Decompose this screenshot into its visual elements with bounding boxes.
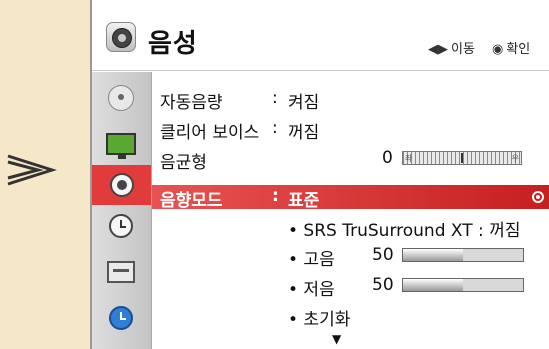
move-hint: ◀▶ 이동 — [428, 38, 475, 57]
move-arrows-icon: ◀▶ — [428, 42, 448, 57]
auto-volume-separator: : — [272, 88, 278, 108]
panel-header: 음성 ◀▶ 이동 ◉ 확인 — [92, 0, 549, 71]
clear-voice-separator: : — [272, 118, 278, 138]
menu-item-balance[interactable]: 음균형 — [160, 148, 207, 173]
reset-label: • 초기화 — [288, 310, 351, 330]
bass-level-bar[interactable] — [402, 278, 524, 292]
sidebar-item-schedule[interactable] — [104, 304, 138, 332]
balance-left-label: 좌 — [405, 154, 413, 163]
category-sidebar — [92, 72, 152, 349]
clock-icon — [109, 214, 133, 238]
treble-label: • 고음 — [288, 250, 335, 270]
menu-item-auto-volume[interactable]: 자동음량 — [160, 88, 223, 113]
bass-value: 50 — [372, 275, 394, 295]
balance-slider-thumb[interactable] — [461, 153, 463, 163]
balance-slider[interactable]: 좌 우 — [402, 151, 522, 165]
sound-mode-separator: : — [272, 186, 279, 206]
ok-hint-label: 확인 — [506, 42, 531, 57]
auto-volume-value: 켜짐 — [288, 93, 320, 113]
sidebar-item-channel[interactable] — [104, 84, 138, 112]
menu-item-clear-voice[interactable]: 클리어 보이스 — [160, 118, 259, 143]
selected-indicator-icon — [532, 191, 544, 203]
ok-button-icon: ◉ — [492, 42, 504, 57]
menu-item-sound-mode[interactable]: 음향모드 : 표준 — [152, 185, 549, 211]
balance-value: 0 — [382, 148, 393, 168]
navigate-right-arrow-icon — [7, 154, 57, 186]
treble-level-bar[interactable] — [402, 248, 524, 262]
sound-mode-value: 표준 — [288, 191, 320, 211]
sidebar-item-time[interactable] — [104, 212, 138, 240]
page-title: 음성 — [148, 29, 198, 59]
bass-label: • 저음 — [288, 280, 335, 300]
ok-hint: ◉ 확인 — [492, 38, 530, 57]
treble-value: 50 — [372, 245, 394, 265]
bass-level-fill — [403, 279, 463, 291]
srs-label: • SRS TruSurround XT — [288, 221, 473, 241]
clear-voice-value: 꺼짐 — [288, 123, 320, 143]
satellite-dish-icon — [108, 85, 134, 111]
scroll-down-arrow-icon[interactable]: ▼ — [332, 332, 341, 346]
sidebar-item-picture[interactable] — [104, 130, 138, 159]
sidebar-item-tools[interactable] — [104, 258, 138, 286]
clear-voice-label: 클리어 보이스 — [160, 123, 260, 143]
monitor-icon — [106, 133, 136, 159]
srs-value: 꺼짐 — [489, 221, 521, 241]
auto-volume-label: 자동음량 — [160, 93, 223, 113]
menu-item-bass[interactable]: • 저음 — [288, 275, 335, 300]
move-hint-label: 이동 — [451, 42, 475, 57]
toolbox-icon — [107, 261, 135, 283]
sound-settings-panel: 음성 ◀▶ 이동 ◉ 확인 자동음량 : 켜짐 클리어 보이스: 꺼짐 음균형… — [90, 0, 549, 349]
treble-level-fill — [403, 249, 463, 261]
sound-mode-label: 음향모드 — [160, 191, 223, 211]
blue-clock-icon — [109, 306, 133, 330]
menu-item-srs[interactable]: • SRS TruSurround XT : 꺼짐 — [288, 216, 520, 241]
srs-separator: : — [478, 221, 484, 241]
sidebar-item-audio[interactable] — [92, 165, 151, 205]
menu-item-treble[interactable]: • 고음 — [288, 245, 335, 270]
balance-right-label: 우 — [511, 154, 519, 163]
audio-icon — [109, 173, 134, 197]
menu-item-reset[interactable]: • 초기화 — [288, 305, 350, 330]
audio-menu-icon — [106, 22, 136, 52]
balance-label: 음균형 — [160, 153, 207, 173]
